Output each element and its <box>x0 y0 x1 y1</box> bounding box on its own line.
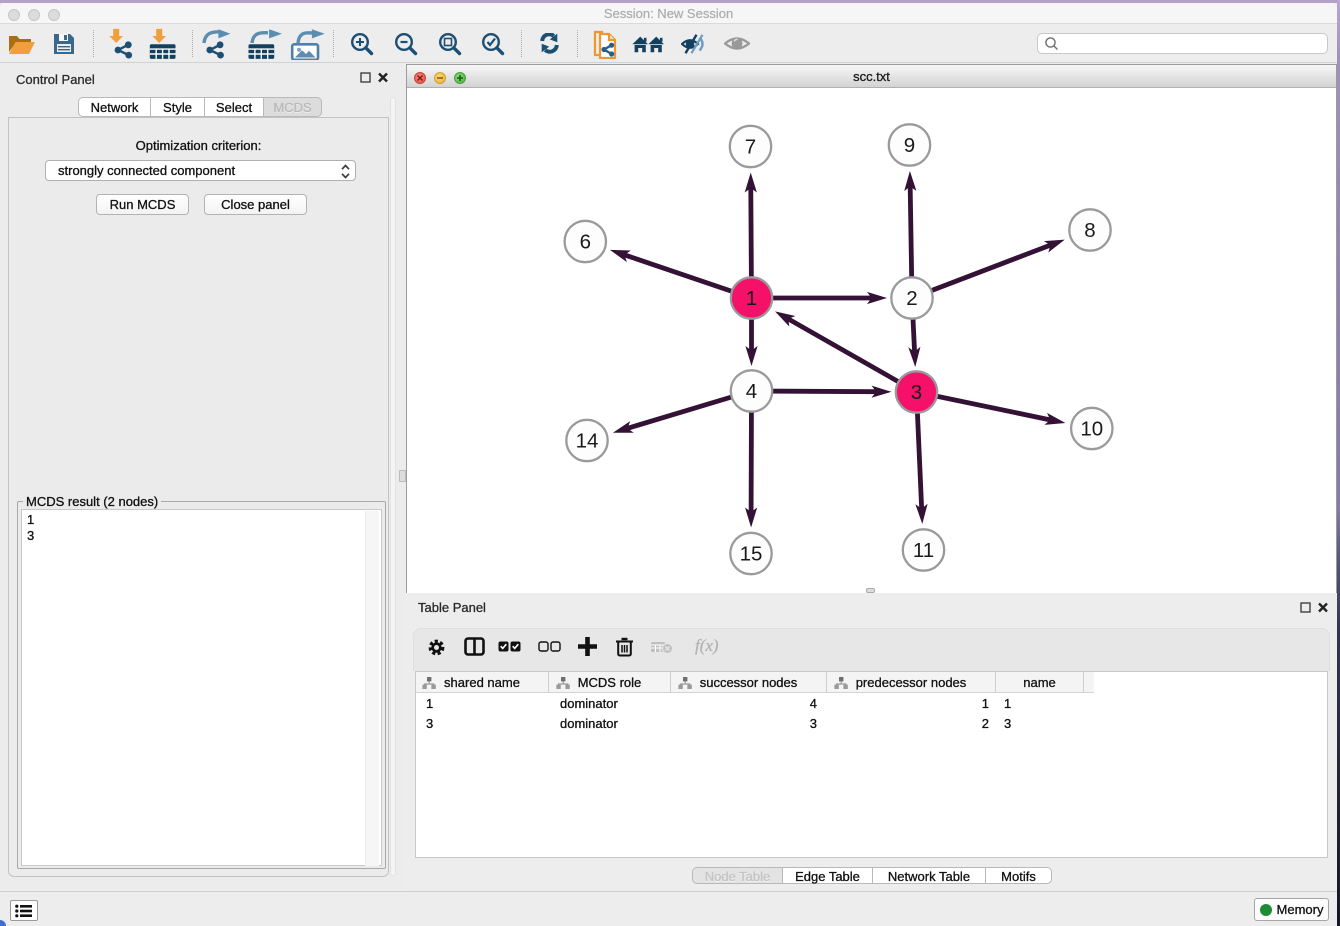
svg-text:9: 9 <box>904 134 915 157</box>
svg-text:14: 14 <box>576 430 599 453</box>
svg-text:10: 10 <box>1080 418 1103 441</box>
svg-text:11: 11 <box>913 539 934 562</box>
svg-text:6: 6 <box>580 231 591 254</box>
svg-text:7: 7 <box>745 136 756 159</box>
svg-text:3: 3 <box>911 381 922 404</box>
svg-text:4: 4 <box>746 380 757 403</box>
svg-text:8: 8 <box>1084 219 1095 242</box>
svg-text:2: 2 <box>906 287 917 310</box>
svg-text:1: 1 <box>746 287 757 310</box>
svg-text:15: 15 <box>740 543 763 566</box>
